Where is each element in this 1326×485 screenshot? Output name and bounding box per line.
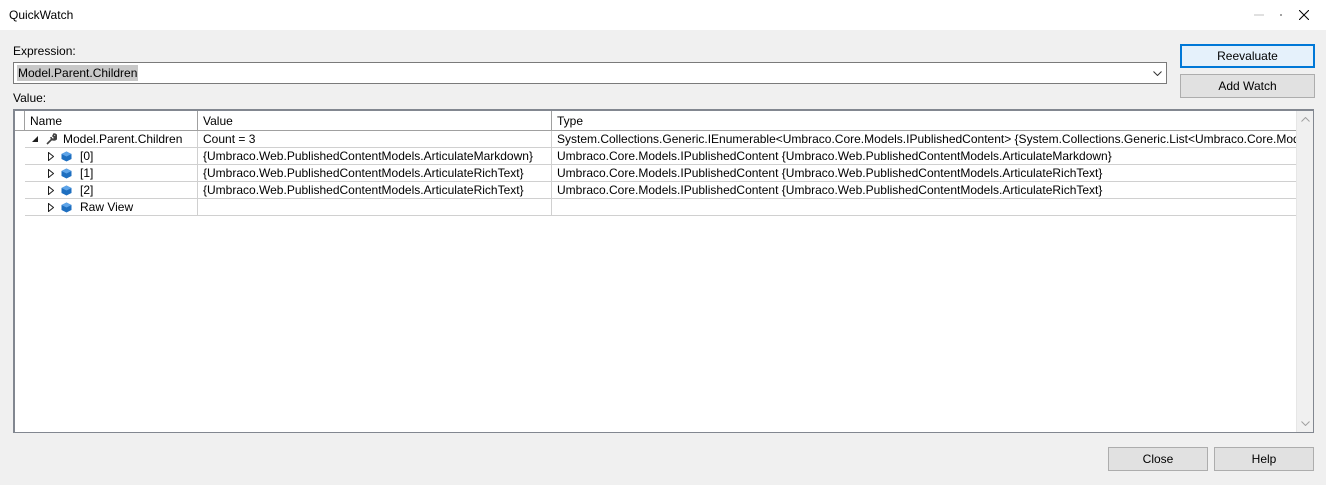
chevron-up-icon [1301,117,1310,122]
row-name: [2] [80,183,94,197]
row-name: Model.Parent.Children [63,132,183,146]
type-cell: Umbraco.Core.Models.IPublishedContent {U… [557,149,1112,163]
watch-grid[interactable]: Name Value Type Model.Parent.Children Co… [13,109,1314,433]
name-cell: [2] [25,182,198,198]
title-bar: QuickWatch [0,0,1326,30]
close-window-button[interactable] [1281,0,1326,30]
object-icon [60,151,72,161]
table-row[interactable]: Raw View [25,199,1296,216]
chevron-down-icon [1301,421,1310,426]
chevron-down-icon [1152,70,1162,76]
close-icon [1299,10,1309,20]
value-cell: {Umbraco.Web.PublishedContentModels.Arti… [198,148,552,164]
scroll-down-button[interactable] [1297,415,1314,432]
grid-header: Name Value Type [15,111,1296,131]
name-cell: Model.Parent.Children [25,131,198,147]
collapse-arrow-icon[interactable] [30,134,40,144]
column-header-type[interactable]: Type [552,111,1296,131]
row-name: [1] [80,166,94,180]
table-row[interactable]: [0] {Umbraco.Web.PublishedContentModels.… [25,148,1296,165]
help-button[interactable]: Help [1214,447,1314,471]
header-spacer [15,111,25,131]
column-header-value[interactable]: Value [198,111,552,131]
expand-arrow-icon[interactable] [46,168,56,178]
type-cell: System.Collections.Generic.IEnumerable<U… [557,132,1296,146]
add-watch-button[interactable]: Add Watch [1180,74,1315,98]
reevaluate-button[interactable]: Reevaluate [1180,44,1315,68]
value-cell: {Umbraco.Web.PublishedContentModels.Arti… [198,182,552,198]
object-icon [60,202,72,212]
expand-arrow-icon[interactable] [46,202,56,212]
value-cell [198,199,552,215]
maximize-button-box[interactable] [1236,0,1282,30]
type-cell [552,199,1296,215]
expand-arrow-icon[interactable] [46,185,56,195]
expression-label: Expression: [13,44,76,58]
dropdown-button[interactable] [1148,63,1166,83]
column-header-name[interactable]: Name [25,111,198,131]
expression-combobox[interactable]: Model.Parent.Children [13,62,1167,84]
expand-arrow-icon[interactable] [46,151,56,161]
type-cell: Umbraco.Core.Models.IPublishedContent {U… [557,183,1103,197]
value-cell: Count = 3 [198,131,552,147]
wrench-icon [45,133,57,145]
table-row[interactable]: [1] {Umbraco.Web.PublishedContentModels.… [25,165,1296,182]
table-row[interactable]: Model.Parent.Children Count = 3 System.C… [25,131,1296,148]
expression-input[interactable]: Model.Parent.Children [17,65,139,81]
vertical-scrollbar[interactable] [1296,111,1313,432]
scroll-up-button[interactable] [1297,111,1314,128]
table-row[interactable]: [2] {Umbraco.Web.PublishedContentModels.… [25,182,1296,199]
row-name: [0] [80,149,94,163]
object-icon [60,168,72,178]
row-name: Raw View [80,200,134,214]
value-cell: {Umbraco.Web.PublishedContentModels.Arti… [198,165,552,181]
window-title: QuickWatch [9,8,74,22]
name-cell: [1] [25,165,198,181]
value-label: Value: [13,91,47,105]
object-icon [60,185,72,195]
type-cell: Umbraco.Core.Models.IPublishedContent {U… [557,166,1103,180]
name-cell: Raw View [25,199,198,215]
close-button[interactable]: Close [1108,447,1208,471]
name-cell: [0] [25,148,198,164]
